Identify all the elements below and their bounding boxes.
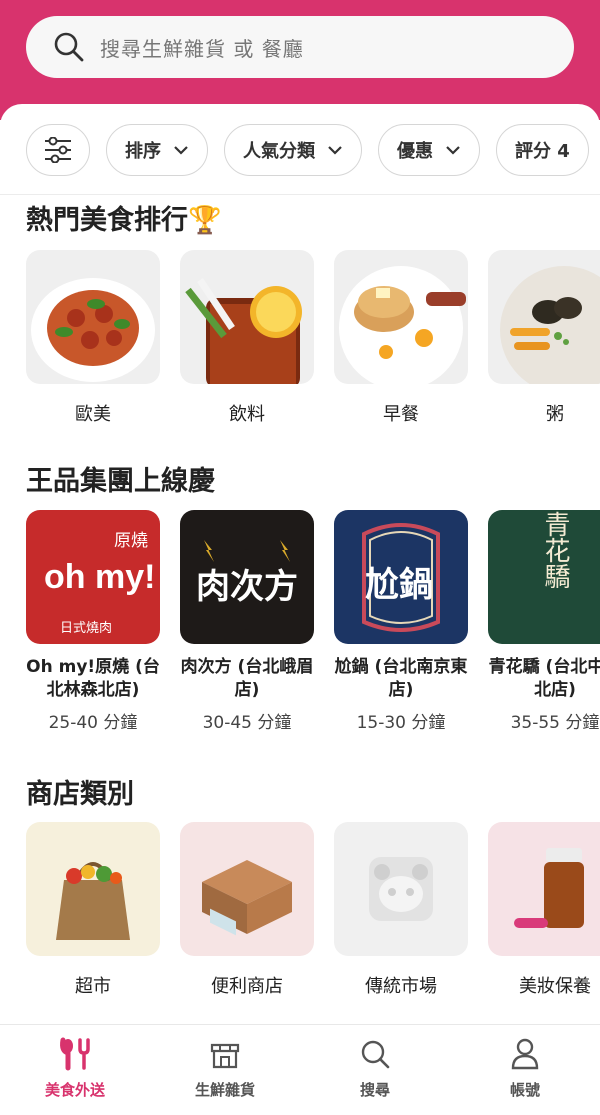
header-bar: 搜尋生鮮雜貨 或 餐廳 <box>0 0 600 120</box>
restaurant-logo: oh my! 原燒 日式燒肉 <box>26 510 160 644</box>
restaurant-card-ganguo[interactable]: 尬鍋 尬鍋 (台北南京東店) 15-30 分鐘 <box>334 510 468 733</box>
restaurant-logo: 肉次方 <box>180 510 314 644</box>
chevron-down-icon <box>328 146 342 155</box>
tab-label: 美食外送 <box>44 1081 105 1099</box>
divider <box>0 194 600 195</box>
logo-text: 青花驕 <box>540 511 570 589</box>
bottom-tab-bar: 美食外送 生鮮雜貨 搜尋 帳號 <box>0 1024 600 1115</box>
category-card-breakfast[interactable]: 早餐 <box>334 250 468 426</box>
store-type-label: 超市 <box>75 976 111 997</box>
chip-label: 排序 <box>125 141 161 162</box>
restaurant-card-rouchifang[interactable]: 肉次方 肉次方 (台北峨眉店) 30-45 分鐘 <box>180 510 314 733</box>
store-type-image <box>26 822 160 956</box>
chevron-down-icon <box>174 146 188 155</box>
restaurant-logo: 青花驕 <box>488 510 600 644</box>
chip-label: 優惠 <box>397 141 433 162</box>
wangpin-restaurants-row: oh my! 原燒 日式燒肉 Oh my!原燒 (台北林森北店) 25-40 分… <box>26 510 600 733</box>
restaurant-card-qinghuajiao[interactable]: 青花驕 青花驕 (台北中山北店) 35-55 分鐘 <box>488 510 600 733</box>
store-type-card-convenience[interactable]: 便利商店 <box>180 822 314 998</box>
category-label: 歐美 <box>75 404 111 425</box>
sort-filter-chip[interactable]: 排序 <box>106 124 208 176</box>
deals-filter-chip[interactable]: 優惠 <box>378 124 480 176</box>
delivery-time: 30-45 分鐘 <box>202 713 292 733</box>
store-type-card-beauty[interactable]: 美妝保養 <box>488 822 600 998</box>
store-type-image <box>180 822 314 956</box>
section-title-wangpin: 王品集團上線慶 <box>26 466 215 497</box>
category-card-congee[interactable]: 粥 <box>488 250 600 426</box>
delivery-time: 15-30 分鐘 <box>356 713 446 733</box>
tab-food-delivery[interactable]: 美食外送 <box>0 1025 150 1115</box>
sliders-icon <box>45 137 71 163</box>
content-sheet: 排序 人氣分類 優惠 評分 4 熱門美食排行🏆 歐美 飲料 早餐 粥 王品集團上… <box>0 104 600 1024</box>
store-types-row: 超市 便利商店 傳統市場 美妝保養 <box>26 822 600 998</box>
tab-account[interactable]: 帳號 <box>450 1025 600 1115</box>
store-type-image <box>334 822 468 956</box>
search-icon <box>54 32 84 62</box>
category-image <box>334 250 468 384</box>
store-type-card-traditional-market[interactable]: 傳統市場 <box>334 822 468 998</box>
chevron-down-icon <box>446 146 460 155</box>
delivery-time: 25-40 分鐘 <box>48 713 138 733</box>
section-title-popular: 熱門美食排行🏆 <box>26 205 222 236</box>
tab-search[interactable]: 搜尋 <box>300 1025 450 1115</box>
category-label: 粥 <box>546 404 564 425</box>
store-type-image <box>488 822 600 956</box>
restaurant-name: 青花驕 (台北中山北店) <box>488 657 600 700</box>
category-image <box>26 250 160 384</box>
category-image <box>488 250 600 384</box>
chip-label: 評分 4 <box>515 141 570 162</box>
restaurant-card-ohmy[interactable]: oh my! 原燒 日式燒肉 Oh my!原燒 (台北林森北店) 25-40 分… <box>26 510 160 733</box>
category-label: 早餐 <box>383 404 419 425</box>
search-bar[interactable]: 搜尋生鮮雜貨 或 餐廳 <box>26 16 574 78</box>
store-icon <box>210 1043 240 1069</box>
category-image <box>180 250 314 384</box>
store-type-card-supermarket[interactable]: 超市 <box>26 822 160 998</box>
popular-category-filter-chip[interactable]: 人氣分類 <box>224 124 362 176</box>
tab-label: 搜尋 <box>359 1081 390 1099</box>
section-title-store-types: 商店類別 <box>26 779 134 810</box>
restaurant-name: Oh my!原燒 (台北林森北店) <box>26 657 160 700</box>
rating-filter-chip[interactable]: 評分 4 <box>496 124 589 176</box>
category-card-western[interactable]: 歐美 <box>26 250 160 426</box>
search-icon <box>361 1040 390 1069</box>
logo-text: oh my! <box>44 558 155 596</box>
panda-placeholder-icon <box>369 857 433 921</box>
store-type-label: 傳統市場 <box>365 976 437 997</box>
tab-label: 帳號 <box>509 1081 540 1099</box>
popular-categories-row: 歐美 飲料 早餐 粥 <box>26 250 600 426</box>
filter-settings-button[interactable] <box>26 124 90 176</box>
tab-label: 生鮮雜貨 <box>194 1081 255 1099</box>
store-type-label: 美妝保養 <box>519 976 591 997</box>
delivery-time: 35-55 分鐘 <box>510 713 600 733</box>
logo-sub-text: 日式燒肉 <box>60 621 112 636</box>
logo-text: 尬鍋 <box>365 565 433 605</box>
category-label: 飲料 <box>229 404 265 425</box>
search-placeholder: 搜尋生鮮雜貨 或 餐廳 <box>100 36 304 61</box>
chip-label: 人氣分類 <box>243 141 315 162</box>
filter-bar: 排序 人氣分類 優惠 評分 4 <box>26 124 589 176</box>
fork-knife-icon <box>60 1037 90 1071</box>
category-card-drinks[interactable]: 飲料 <box>180 250 314 426</box>
logo-side-text: 原燒 <box>114 531 148 551</box>
user-icon <box>511 1038 539 1070</box>
restaurant-logo: 尬鍋 <box>334 510 468 644</box>
restaurant-name: 肉次方 (台北峨眉店) <box>180 657 314 700</box>
restaurant-name: 尬鍋 (台北南京東店) <box>334 657 468 700</box>
store-type-label: 便利商店 <box>211 976 283 997</box>
logo-text: 肉次方 <box>196 567 298 607</box>
tab-groceries[interactable]: 生鮮雜貨 <box>150 1025 300 1115</box>
